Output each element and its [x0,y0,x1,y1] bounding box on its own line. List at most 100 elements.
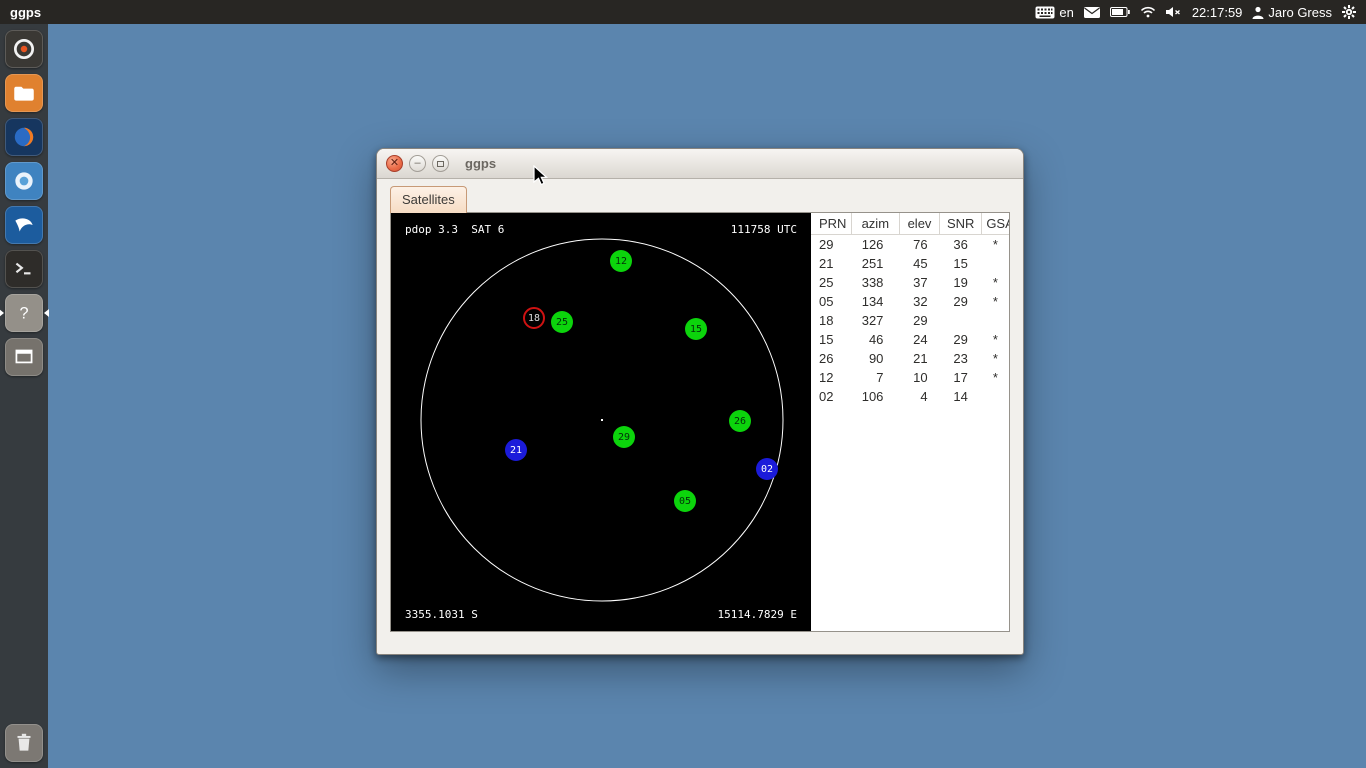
table-cell [982,387,1009,406]
close-button[interactable]: ✕ [386,155,403,172]
table-cell: 15 [811,330,851,349]
focused-indicator [44,309,49,317]
launcher-item-firefox[interactable] [5,118,43,156]
table-cell: 10 [899,368,939,387]
table-cell: 338 [851,273,899,292]
table-cell: 05 [811,292,851,311]
table-header-row: PRNazimelevSNRGSA [811,213,1009,235]
satellite-prn-02: 02 [756,458,778,480]
gear-icon [1342,5,1356,19]
table-cell: 19 [940,273,982,292]
mail-indicator[interactable] [1084,7,1100,18]
window-title: ggps [465,156,496,171]
table-row[interactable]: 1832729 [811,311,1009,330]
launcher-item-window[interactable] [5,338,43,376]
launcher-item-help[interactable]: ? [5,294,43,332]
table-row[interactable]: 212514515 [811,254,1009,273]
column-header-prn: PRN [811,213,851,235]
table-cell [982,254,1009,273]
maximize-button[interactable] [432,155,449,172]
dash-icon [11,36,37,62]
satellite-prn-21: 21 [505,439,527,461]
table-cell: 90 [851,349,899,368]
table-cell: * [982,235,1009,255]
terminal-icon [11,256,37,282]
column-header-gsa: GSA [982,213,1009,235]
table-cell: 4 [899,387,939,406]
table-cell: * [982,292,1009,311]
battery-indicator[interactable] [1110,7,1130,17]
table-cell [940,311,982,330]
table-cell: 37 [899,273,939,292]
column-header-azim: azim [851,213,899,235]
launcher-item-dash[interactable] [5,30,43,68]
table-cell: 126 [851,235,899,255]
network-indicator[interactable] [1140,6,1156,18]
table-row[interactable]: 02106414 [811,387,1009,406]
tab-strip: Satellites [377,179,1023,212]
browser-icon [11,168,37,194]
table-cell: 32 [899,292,939,311]
session-menu[interactable] [1342,5,1356,19]
satellite-table: PRNazimelevSNRGSA 291267636*212514515253… [811,213,1009,406]
mail-icon [1084,7,1100,18]
window-titlebar[interactable]: ✕ ‒ ggps [377,149,1023,179]
table-cell: 134 [851,292,899,311]
panel-app-name: ggps [10,5,41,20]
table-row[interactable]: 1271017* [811,368,1009,387]
satellite-prn-15: 15 [685,318,707,340]
utc-label: 111758 UTC [731,223,797,236]
keyboard-icon [1035,6,1055,19]
table-cell: * [982,368,1009,387]
user-icon [1252,6,1264,19]
user-name-label: Jaro Gress [1268,5,1332,20]
trash-icon [11,730,37,756]
table-cell: 26 [811,349,851,368]
column-header-snr: SNR [940,213,982,235]
launcher-item-trash[interactable] [5,724,43,762]
window-content: pdop 3.3 SAT 6 111758 UTC 3355.1031 S 15… [390,212,1010,632]
pdop-label: pdop 3.3 SAT 6 [405,223,504,236]
minimize-button[interactable]: ‒ [409,155,426,172]
clock-indicator[interactable]: 22:17:59 [1192,5,1243,20]
window-icon [11,344,37,370]
battery-icon [1110,7,1130,17]
satellite-prn-26: 26 [729,410,751,432]
table-cell: 18 [811,311,851,330]
table-cell: 36 [940,235,982,255]
top-panel: ggps en 22:17:59 Jaro Gres [0,0,1366,24]
help-icon: ? [11,300,37,326]
clock-label: 22:17:59 [1192,5,1243,20]
launcher-item-thunderbird[interactable] [5,206,43,244]
table-cell: 7 [851,368,899,387]
user-menu[interactable]: Jaro Gress [1252,5,1332,20]
table-row[interactable]: 253383719* [811,273,1009,292]
running-indicator [0,309,4,317]
keyboard-layout-label: en [1059,5,1073,20]
launcher: ? [0,24,48,768]
longitude-label: 15114.7829 E [718,608,797,621]
launcher-item-files[interactable] [5,74,43,112]
keyboard-indicator[interactable]: en [1035,5,1073,20]
table-cell: 02 [811,387,851,406]
table-cell: 46 [851,330,899,349]
table-row[interactable]: 291267636* [811,235,1009,255]
table-cell: 76 [899,235,939,255]
table-cell: 24 [899,330,939,349]
thunderbird-icon [11,212,37,238]
table-cell: 21 [811,254,851,273]
table-row[interactable]: 15462429* [811,330,1009,349]
table-cell: * [982,330,1009,349]
tab-satellites[interactable]: Satellites [390,186,467,213]
table-row[interactable]: 26902123* [811,349,1009,368]
launcher-item-browser[interactable] [5,162,43,200]
sound-indicator[interactable] [1166,6,1182,18]
latitude-label: 3355.1031 S [405,608,478,621]
table-cell: 14 [940,387,982,406]
table-row[interactable]: 051343229* [811,292,1009,311]
table-cell: 15 [940,254,982,273]
table-cell: 25 [811,273,851,292]
launcher-item-terminal[interactable] [5,250,43,288]
column-header-elev: elev [899,213,939,235]
table-cell: 106 [851,387,899,406]
